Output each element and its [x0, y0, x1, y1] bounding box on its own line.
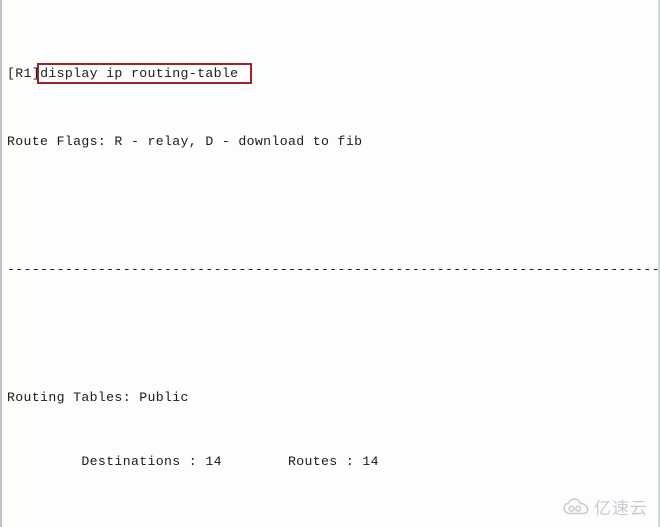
route-flags-line: Route Flags: R - relay, D - download to … [7, 134, 363, 149]
terminal-window: [R1]display ip routing-table Route Flags… [0, 0, 660, 527]
watermark: 亿速云 [563, 494, 648, 519]
cloud-icon [563, 498, 589, 515]
summary-line: Destinations : 14 Routes : 14 [7, 454, 379, 469]
console-output: [R1]display ip routing-table Route Flags… [7, 0, 658, 527]
separator-line: ----------------------------------------… [7, 262, 660, 277]
prompt-label: [R1] [7, 66, 41, 81]
routing-tables-title: Routing Tables: Public [7, 390, 189, 405]
command-text[interactable]: display ip routing-table [40, 66, 238, 81]
watermark-text: 亿速云 [594, 499, 648, 519]
command-line[interactable]: [R1]display ip routing-table [7, 63, 658, 86]
